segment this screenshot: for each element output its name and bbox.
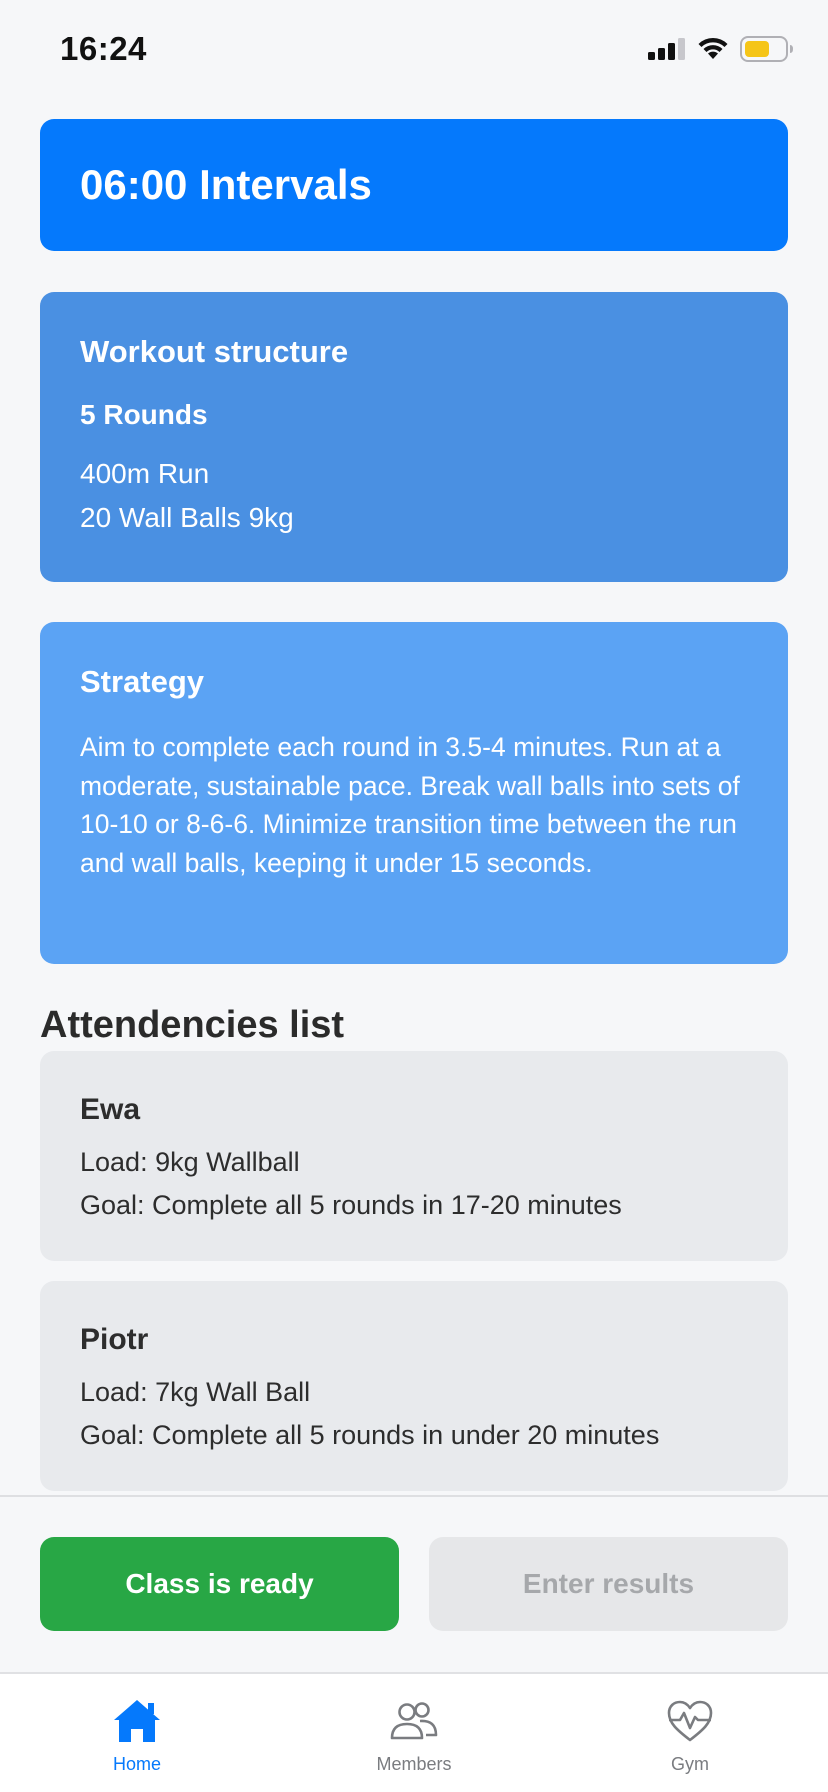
home-icon xyxy=(114,1700,160,1742)
tab-home[interactable]: Home xyxy=(57,1674,217,1792)
tab-gym-label: Gym xyxy=(671,1754,709,1774)
strategy-card: Strategy Aim to complete each round in 3… xyxy=(40,622,788,964)
attendance-list-title: Attendencies list xyxy=(40,1004,345,1046)
workout-rounds: 5 Rounds xyxy=(80,399,208,430)
strategy-heading: Strategy xyxy=(80,664,205,699)
status-bar: 16:24 xyxy=(0,0,828,100)
workout-structure-heading: Workout structure xyxy=(80,334,349,369)
status-icons xyxy=(648,36,794,62)
member-card-piotr[interactable]: Piotr Load: 7kg Wall Ball Goal: Complete… xyxy=(40,1281,788,1491)
member-load: Load: 7kg Wall Ball xyxy=(80,1377,311,1407)
tab-members-label: Members xyxy=(376,1754,452,1774)
member-goal: Goal: Complete all 5 rounds in under 20 … xyxy=(80,1420,660,1450)
workout-item: 20 Wall Balls 9kg xyxy=(80,502,294,533)
tab-members[interactable]: Members xyxy=(334,1674,494,1792)
workout-item: 400m Run xyxy=(80,458,210,489)
workout-items-list: 400m Run 20 Wall Balls 9kg xyxy=(80,452,294,540)
member-name: Piotr xyxy=(80,1323,149,1356)
wifi-icon xyxy=(698,37,728,59)
strategy-text: Aim to complete each round in 3.5-4 minu… xyxy=(80,732,740,878)
battery-icon xyxy=(740,36,793,62)
member-name: Ewa xyxy=(80,1093,141,1126)
workout-structure-card: Workout structure 5 Rounds 400m Run 20 W… xyxy=(40,292,788,582)
tab-bar: Home Members Gym xyxy=(0,1672,828,1792)
screen: 16:24 06:00 Intervals Workout structure … xyxy=(0,0,828,1792)
action-bar-divider xyxy=(0,1495,828,1497)
enter-results-button[interactable]: Enter results xyxy=(429,1537,788,1631)
class-title-card: 06:00 Intervals xyxy=(40,119,788,251)
members-icon xyxy=(390,1702,438,1740)
class-ready-button[interactable]: Class is ready xyxy=(40,1537,399,1631)
member-goal: Goal: Complete all 5 rounds in 17-20 min… xyxy=(80,1190,622,1220)
member-load: Load: 9kg Wallball xyxy=(80,1147,300,1177)
tab-gym[interactable]: Gym xyxy=(610,1674,770,1792)
tab-home-label: Home xyxy=(112,1754,161,1774)
heart-pulse-icon xyxy=(667,1700,713,1742)
cellular-signal-icon xyxy=(648,38,685,60)
status-time: 16:24 xyxy=(60,30,147,67)
class-title: 06:00 Intervals xyxy=(80,161,372,208)
member-card-ewa[interactable]: Ewa Load: 9kg Wallball Goal: Complete al… xyxy=(40,1051,788,1261)
